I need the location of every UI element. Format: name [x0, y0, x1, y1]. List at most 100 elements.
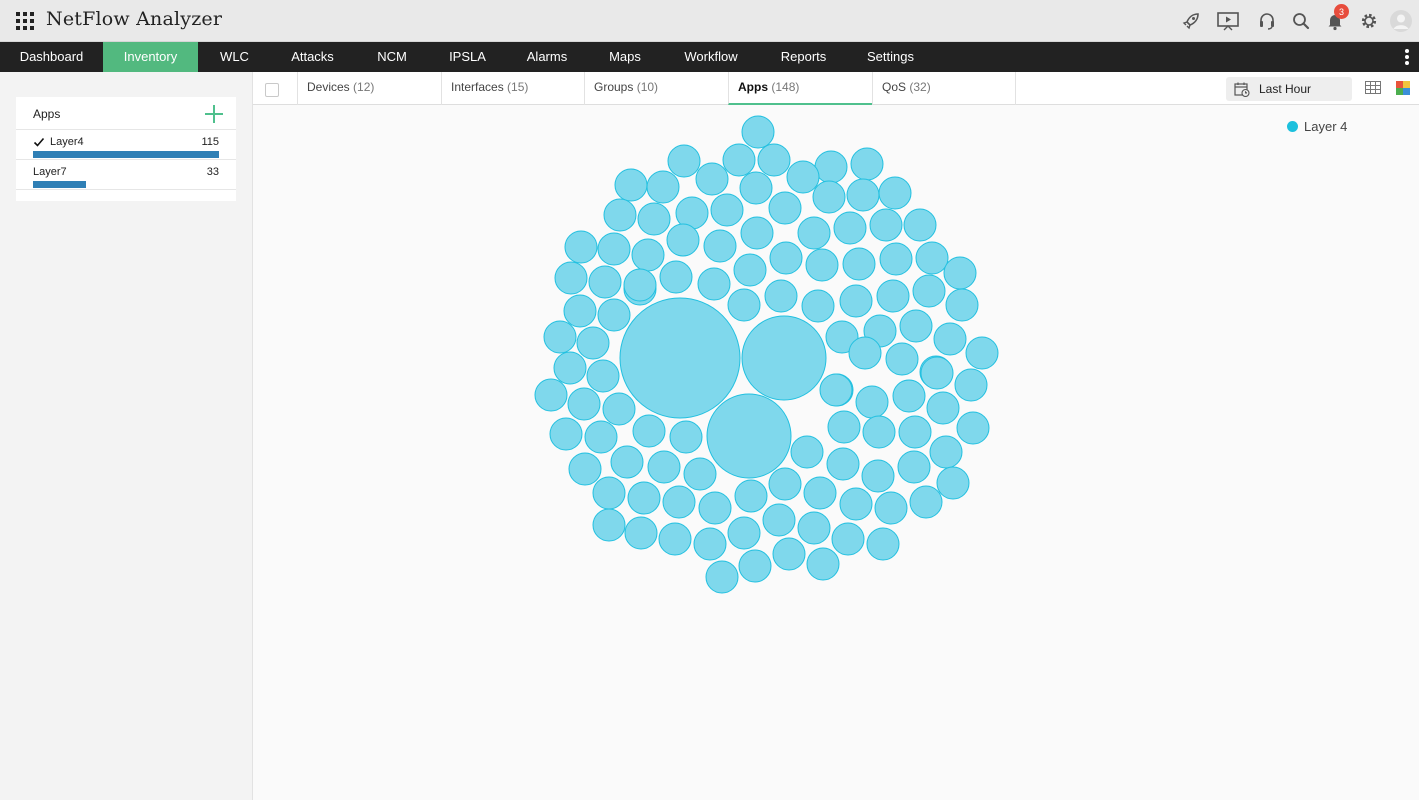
- app-bubble[interactable]: [666, 223, 700, 257]
- app-bubble[interactable]: [797, 216, 831, 250]
- app-bubble[interactable]: [614, 168, 648, 202]
- app-bubble[interactable]: [693, 527, 727, 561]
- app-bubble[interactable]: [695, 162, 729, 196]
- app-bubble[interactable]: [819, 373, 853, 407]
- presentation-icon[interactable]: [1216, 9, 1240, 33]
- sidebar-item-layer7[interactable]: Layer7 33: [16, 160, 236, 190]
- app-launcher-icon[interactable]: [16, 12, 34, 30]
- app-bubble[interactable]: [797, 511, 831, 545]
- app-bubble[interactable]: [943, 256, 977, 290]
- app-bubble[interactable]: [722, 143, 756, 177]
- app-bubble[interactable]: [564, 230, 598, 264]
- app-bubble[interactable]: [929, 435, 963, 469]
- app-bubble[interactable]: [764, 279, 798, 313]
- app-bubble[interactable]: [727, 288, 761, 322]
- app-bubble-large[interactable]: [619, 297, 741, 419]
- app-bubble[interactable]: [623, 268, 657, 302]
- more-options-icon[interactable]: [1405, 49, 1409, 65]
- app-bubble[interactable]: [945, 288, 979, 322]
- app-bubble[interactable]: [805, 248, 839, 282]
- app-bubble[interactable]: [833, 211, 867, 245]
- nav-maps[interactable]: Maps: [589, 42, 661, 72]
- gear-icon[interactable]: [1357, 9, 1381, 33]
- app-bubble[interactable]: [876, 279, 910, 313]
- app-bubble[interactable]: [698, 491, 732, 525]
- app-bubble[interactable]: [603, 198, 637, 232]
- app-bubble[interactable]: [632, 414, 666, 448]
- app-bubble[interactable]: [801, 289, 835, 323]
- app-bubble[interactable]: [669, 420, 703, 454]
- app-bubble[interactable]: [850, 147, 884, 181]
- app-bubble[interactable]: [757, 143, 791, 177]
- app-bubble[interactable]: [855, 385, 889, 419]
- app-bubble[interactable]: [912, 274, 946, 308]
- app-bubble[interactable]: [568, 452, 602, 486]
- app-bubble[interactable]: [965, 336, 999, 370]
- app-bubble[interactable]: [659, 260, 693, 294]
- nav-ncm[interactable]: NCM: [354, 42, 430, 72]
- nav-alarms[interactable]: Alarms: [505, 42, 589, 72]
- app-bubble[interactable]: [658, 522, 692, 556]
- app-bubble[interactable]: [769, 241, 803, 275]
- app-bubble[interactable]: [933, 322, 967, 356]
- app-bubble[interactable]: [734, 479, 768, 513]
- app-bubble[interactable]: [592, 508, 626, 542]
- app-bubble[interactable]: [534, 378, 568, 412]
- app-bubble[interactable]: [920, 356, 954, 390]
- app-bubble[interactable]: [866, 527, 900, 561]
- app-bubble[interactable]: [705, 560, 739, 594]
- app-bubble[interactable]: [588, 265, 622, 299]
- app-bubble[interactable]: [667, 144, 701, 178]
- app-bubble[interactable]: [741, 115, 775, 149]
- app-bubble[interactable]: [549, 417, 583, 451]
- app-bubble[interactable]: [738, 549, 772, 583]
- app-bubble[interactable]: [602, 392, 636, 426]
- app-bubble[interactable]: [831, 522, 865, 556]
- app-bubble[interactable]: [878, 176, 912, 210]
- app-bubble[interactable]: [727, 516, 761, 550]
- app-bubble[interactable]: [839, 487, 873, 521]
- app-bubble[interactable]: [740, 216, 774, 250]
- app-bubble[interactable]: [897, 450, 931, 484]
- app-bubble[interactable]: [597, 298, 631, 332]
- app-bubble-large[interactable]: [741, 315, 827, 401]
- sidebar-item-layer4[interactable]: Layer4 115: [16, 130, 236, 160]
- app-bubble[interactable]: [627, 481, 661, 515]
- app-bubble[interactable]: [874, 491, 908, 525]
- app-bubble[interactable]: [879, 242, 913, 276]
- app-bubble[interactable]: [826, 447, 860, 481]
- nav-dashboard[interactable]: Dashboard: [0, 42, 103, 72]
- app-bubble[interactable]: [909, 485, 943, 519]
- app-bubble[interactable]: [554, 261, 588, 295]
- app-bubble[interactable]: [567, 387, 601, 421]
- headset-icon[interactable]: [1255, 9, 1279, 33]
- nav-ipsla[interactable]: IPSLA: [430, 42, 505, 72]
- add-icon[interactable]: [205, 105, 223, 123]
- app-bubble[interactable]: [586, 359, 620, 393]
- app-bubble[interactable]: [553, 351, 587, 385]
- app-bubble[interactable]: [647, 450, 681, 484]
- app-bubble[interactable]: [703, 229, 737, 263]
- app-bubble[interactable]: [543, 320, 577, 354]
- nav-inventory[interactable]: Inventory: [103, 42, 198, 72]
- app-bubble[interactable]: [814, 150, 848, 184]
- app-bubble[interactable]: [954, 368, 988, 402]
- app-bubble[interactable]: [710, 193, 744, 227]
- app-bubble[interactable]: [936, 466, 970, 500]
- app-bubble[interactable]: [869, 208, 903, 242]
- app-bubble[interactable]: [592, 476, 626, 510]
- app-bubble[interactable]: [576, 326, 610, 360]
- app-bubble[interactable]: [739, 171, 773, 205]
- app-bubble-large[interactable]: [706, 393, 792, 479]
- app-bubble[interactable]: [915, 241, 949, 275]
- app-bubble[interactable]: [786, 160, 820, 194]
- app-bubble[interactable]: [899, 309, 933, 343]
- search-icon[interactable]: [1289, 9, 1313, 33]
- app-bubble[interactable]: [584, 420, 618, 454]
- user-avatar-icon[interactable]: [1389, 9, 1413, 33]
- app-bubble[interactable]: [697, 267, 731, 301]
- app-bubble[interactable]: [903, 208, 937, 242]
- app-bubble[interactable]: [861, 459, 895, 493]
- app-bubble[interactable]: [956, 411, 990, 445]
- rocket-icon[interactable]: [1179, 9, 1203, 33]
